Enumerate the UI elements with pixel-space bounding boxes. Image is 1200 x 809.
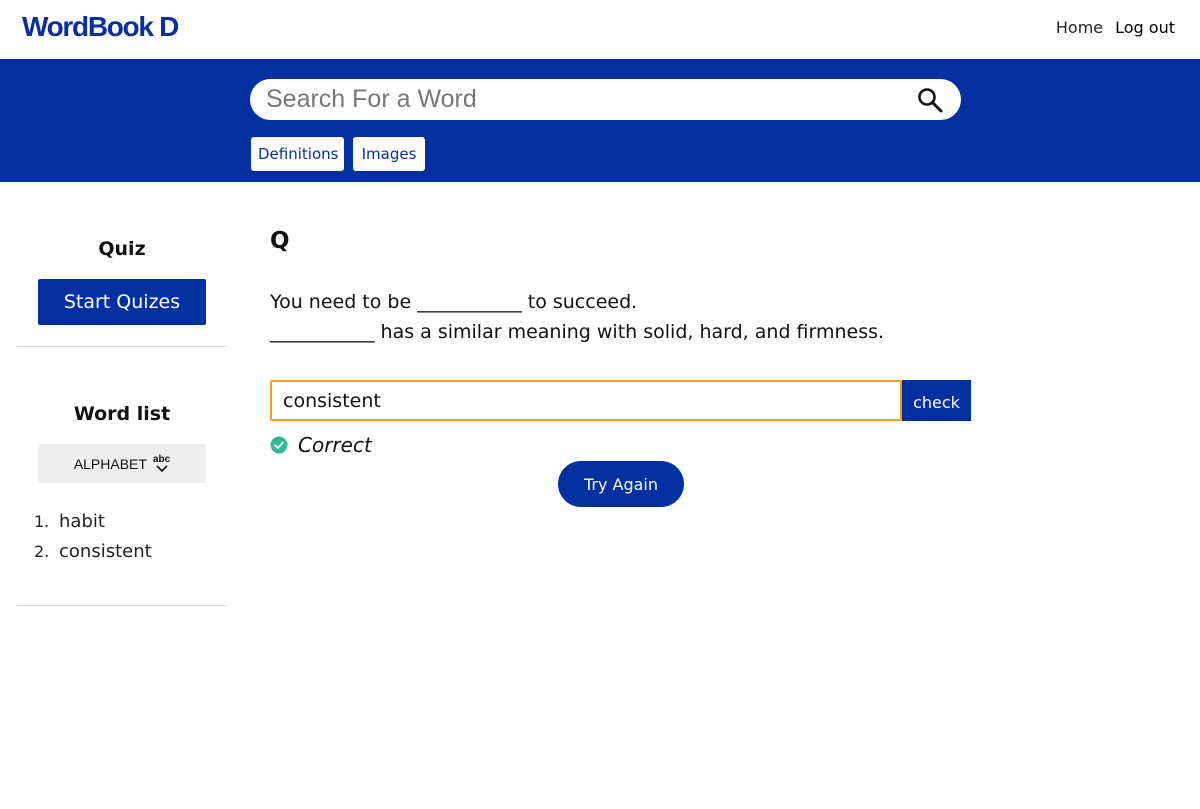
try-again-button[interactable]: Try Again [558, 461, 684, 507]
definitions-mode-button[interactable]: Definitions [251, 137, 344, 171]
search-box [250, 79, 961, 120]
word-list-word: consistent [59, 540, 152, 562]
question-heading: Q [270, 228, 290, 254]
word-list-word: habit [59, 510, 105, 532]
word-list-title: Word list [73, 403, 171, 425]
sidebar-divider [17, 605, 227, 606]
chevron-down-icon [155, 464, 168, 472]
sidebar-divider [17, 346, 227, 347]
top-nav: Home Log out [1056, 18, 1175, 37]
search-icon[interactable] [917, 87, 943, 113]
word-list-item[interactable]: 2. consistent [34, 536, 214, 566]
answer-input[interactable] [270, 380, 902, 421]
search-band: Definitions Images [0, 59, 1200, 182]
word-list-number: 1. [34, 511, 50, 531]
word-list-item[interactable]: 1. habit [34, 506, 214, 536]
top-header: WordBook D Home Log out [0, 0, 1200, 59]
sort-alphabet-icon: abc [152, 453, 171, 473]
site-logo[interactable]: WordBook D [22, 11, 179, 43]
question-sentence-1: You need to be ___________ to succeed. [270, 291, 638, 313]
question-sentence-2: ___________ has a similar meaning with s… [270, 321, 885, 343]
check-circle-icon [270, 436, 288, 454]
quiz-section-title: Quiz [98, 238, 146, 260]
sort-button-label: ALPHABET [73, 455, 147, 472]
nav-home-link[interactable]: Home [1056, 18, 1103, 37]
sort-alphabet-button[interactable]: ALPHABET abc [38, 444, 206, 483]
start-quiz-button[interactable]: Start Quizes [38, 279, 206, 325]
word-list-number: 2. [34, 541, 50, 561]
result-text: Correct [298, 433, 372, 457]
check-answer-button[interactable]: check [902, 380, 971, 421]
answer-result: Correct [270, 433, 372, 457]
word-list: 1. habit 2. consistent [34, 506, 214, 566]
sort-icon-text: abc [152, 453, 171, 465]
search-input[interactable] [266, 81, 906, 118]
images-mode-button[interactable]: Images [353, 137, 425, 171]
nav-logout-link[interactable]: Log out [1115, 18, 1175, 37]
